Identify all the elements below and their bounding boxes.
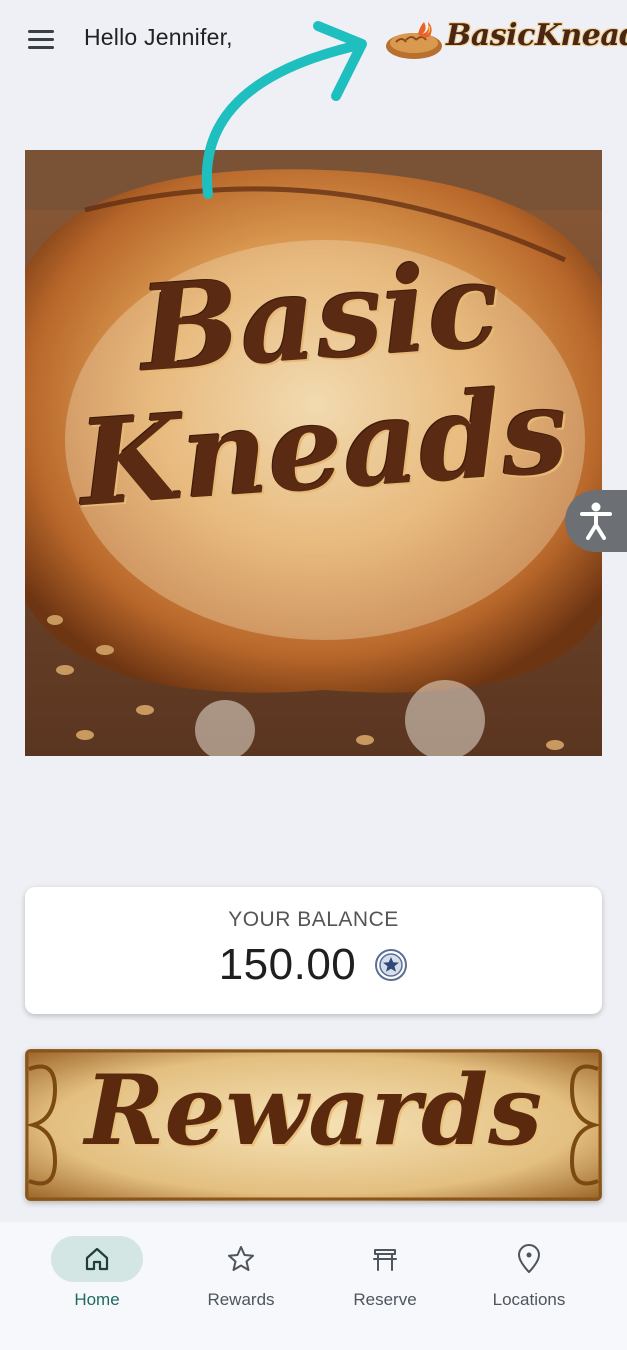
accessibility-icon [580,502,612,540]
menu-icon[interactable] [26,27,58,53]
nav-label-home: Home [74,1290,120,1309]
brand-logo[interactable]: BasicKneads [384,12,627,66]
star-icon [228,1246,254,1271]
balance-label: YOUR BALANCE [228,908,399,931]
bottom-navigation: Home Rewards Reserve Locations [0,1222,627,1350]
balance-card[interactable]: YOUR BALANCE 150.00 [25,887,602,1014]
home-icon [85,1247,109,1271]
nav-label-reserve: Reserve [353,1290,417,1309]
points-star-icon [375,949,408,981]
greeting-text: Hello Jennifer, [84,24,233,50]
accessibility-button[interactable] [565,490,627,552]
location-pin-icon [518,1244,540,1273]
nav-item-rewards[interactable]: Rewards [176,1236,306,1326]
nav-item-reserve[interactable]: Reserve [320,1236,450,1326]
nav-item-locations[interactable]: Locations [464,1236,594,1326]
nav-item-home[interactable]: Home [32,1236,162,1326]
rewards-banner-title: Rewards [84,1054,543,1167]
balance-value: 150.00 [218,940,357,989]
logo-text: BasicKneads [446,18,627,53]
hero-title-line2: Kneads [74,360,573,533]
nav-label-locations: Locations [492,1290,566,1309]
table-icon [373,1249,397,1271]
rewards-banner[interactable]: Rewards [25,1049,602,1201]
nav-label-rewards: Rewards [207,1290,275,1309]
hero-bread-image: Basic Kneads [25,150,602,756]
app-header: Hello Jennifer, BasicKneads [0,0,627,80]
